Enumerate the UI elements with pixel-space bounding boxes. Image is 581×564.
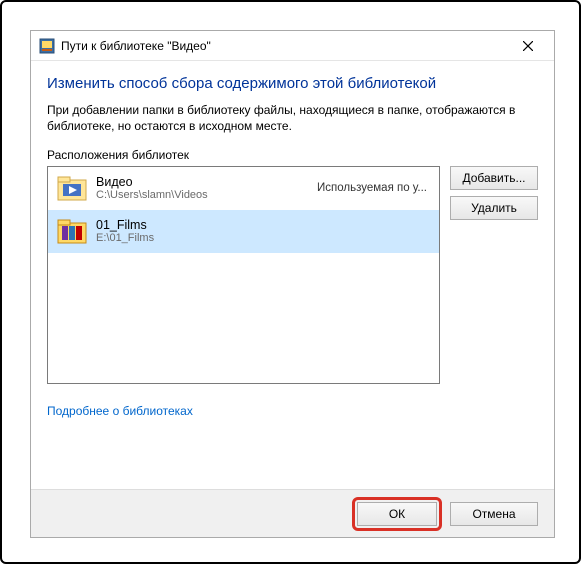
close-icon bbox=[523, 41, 533, 51]
locations-row: Видео C:\Users\slamn\Videos Используемая… bbox=[47, 166, 538, 384]
location-item[interactable]: 01_Films E:\01_Films bbox=[48, 210, 439, 253]
remove-button[interactable]: Удалить bbox=[450, 196, 538, 220]
learn-more-link[interactable]: Подробнее о библиотеках bbox=[47, 404, 538, 418]
library-paths-dialog: Пути к библиотеке "Видео" Изменить спосо… bbox=[30, 30, 555, 538]
location-item[interactable]: Видео C:\Users\slamn\Videos Используемая… bbox=[48, 167, 439, 210]
dialog-footer: ОК Отмена bbox=[31, 489, 554, 537]
ok-button[interactable]: ОК bbox=[357, 502, 437, 526]
description-text: При добавлении папки в библиотеку файлы,… bbox=[47, 102, 538, 134]
main-instruction: Изменить способ сбора содержимого этой б… bbox=[47, 75, 538, 92]
close-button[interactable] bbox=[508, 33, 548, 59]
titlebar: Пути к библиотеке "Видео" bbox=[31, 31, 554, 61]
ok-highlight: ОК bbox=[352, 497, 442, 531]
location-status: Используемая по у... bbox=[317, 182, 431, 194]
content-area: Изменить способ сбора содержимого этой б… bbox=[31, 61, 554, 489]
folder-films-icon bbox=[56, 215, 88, 247]
cancel-button[interactable]: Отмена bbox=[450, 502, 538, 526]
folder-video-icon bbox=[56, 172, 88, 204]
location-title: 01_Films bbox=[96, 218, 419, 232]
locations-listbox[interactable]: Видео C:\Users\slamn\Videos Используемая… bbox=[47, 166, 440, 384]
location-title: Видео bbox=[96, 175, 309, 189]
side-buttons: Добавить... Удалить bbox=[450, 166, 538, 384]
location-path: C:\Users\slamn\Videos bbox=[96, 189, 309, 201]
locations-label: Расположения библиотек bbox=[47, 148, 538, 162]
video-library-icon bbox=[39, 38, 55, 54]
location-text: Видео C:\Users\slamn\Videos bbox=[96, 175, 309, 201]
location-path: E:\01_Films bbox=[96, 232, 419, 244]
location-text: 01_Films E:\01_Films bbox=[96, 218, 419, 244]
window-title: Пути к библиотеке "Видео" bbox=[61, 39, 508, 53]
add-button[interactable]: Добавить... bbox=[450, 166, 538, 190]
